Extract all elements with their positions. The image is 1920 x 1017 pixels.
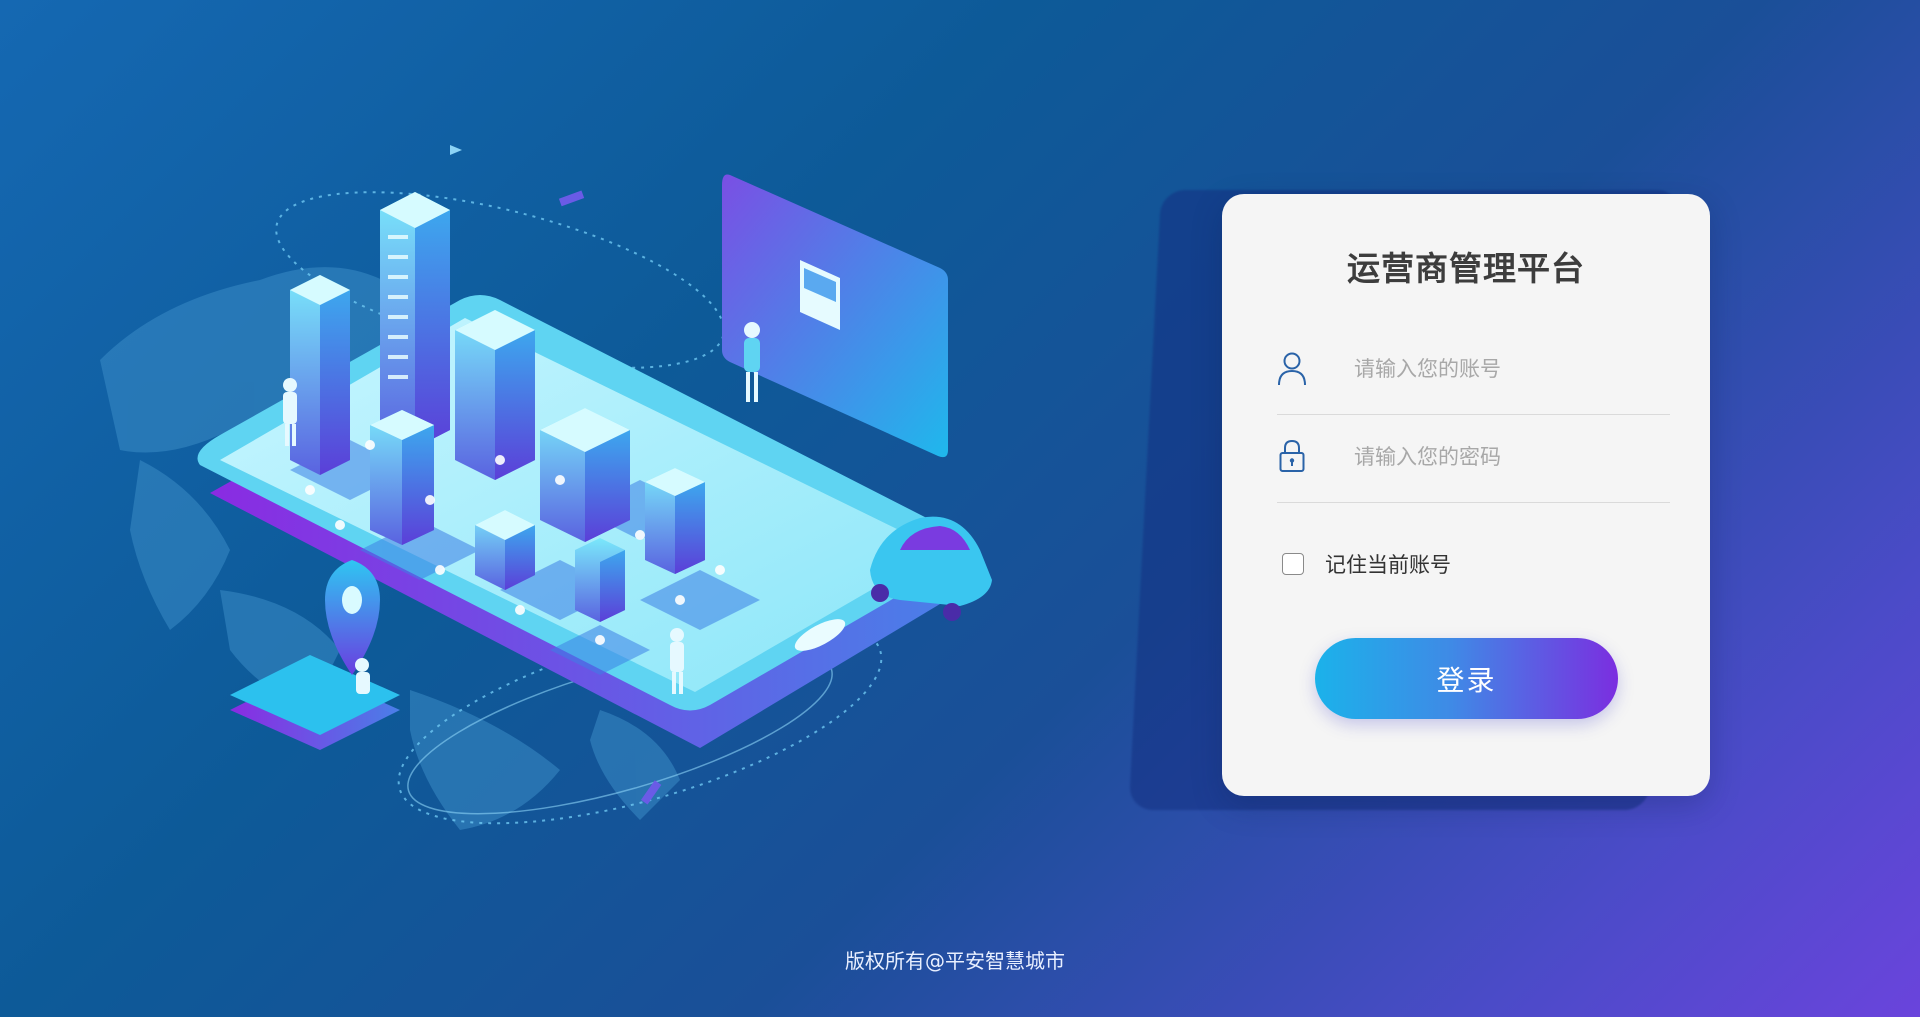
page-title: 运营商管理平台 [1347,249,1585,288]
smart-city-illustration [100,145,992,830]
username-input[interactable] [1352,346,1666,392]
password-field[interactable] [1277,418,1670,503]
username-field[interactable] [1277,330,1670,415]
login-page: 运营商管理平台 记住当前账号 登录 版权所有@平安智慧城市 [0,0,1920,1017]
login-card: 运营商管理平台 记住当前账号 登录 [1222,194,1710,796]
password-input[interactable] [1352,434,1666,480]
user-icon [1278,352,1306,386]
login-button[interactable]: 登录 [1315,638,1618,719]
copyright-footer: 版权所有@平安智慧城市 [845,949,1065,973]
remember-account-label: 记住当前账号 [1325,553,1451,577]
lock-icon [1279,439,1305,472]
checkbox-box[interactable] [1282,553,1304,575]
remember-account-checkbox[interactable]: 记住当前账号 [1282,549,1451,579]
